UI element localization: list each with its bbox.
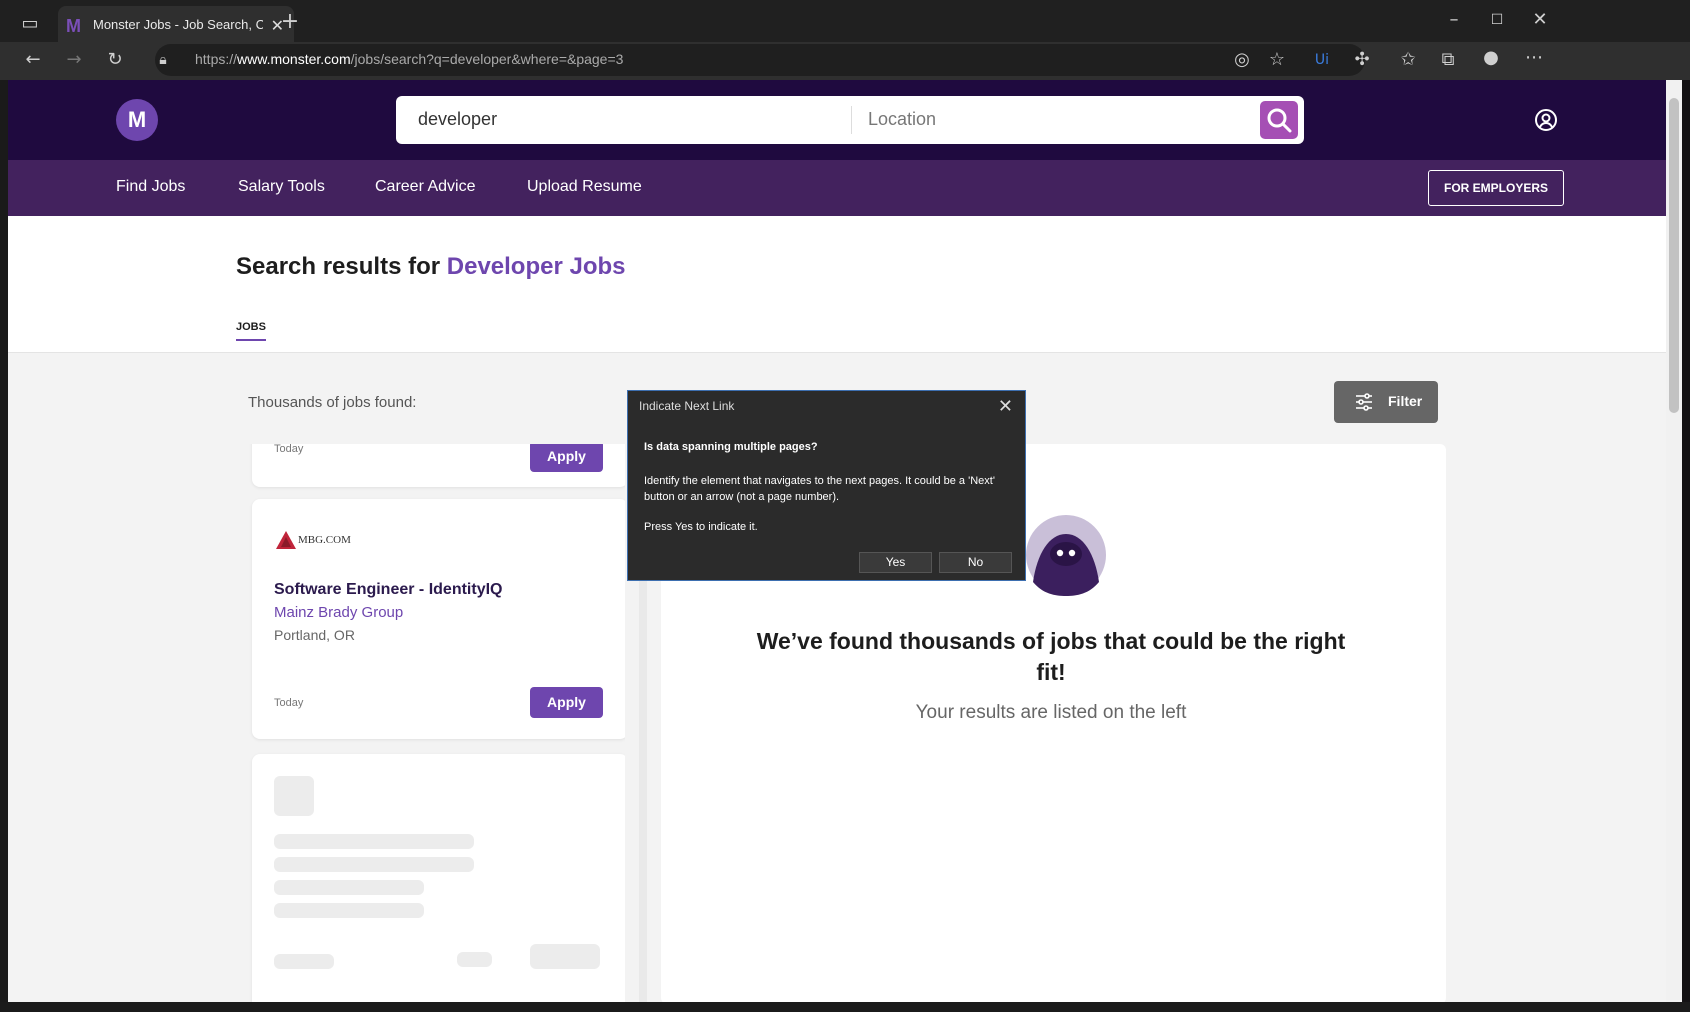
nav-find-jobs[interactable]: Find Jobs — [116, 178, 185, 196]
location-input[interactable]: Location — [868, 109, 936, 130]
more-menu-icon[interactable]: ⋯ — [1522, 48, 1546, 68]
skeleton-line — [274, 834, 474, 849]
company-name[interactable]: Mainz Brady Group — [274, 604, 403, 621]
new-tab-icon[interactable]: + — [278, 11, 302, 33]
tracking-prevention-icon[interactable]: ◎ — [1230, 50, 1254, 70]
reload-icon[interactable]: ↻ — [103, 50, 127, 70]
monster-mascot-icon — [1026, 515, 1106, 596]
browser-tab-bar: ▭ M Monster Jobs - Job Search, Career ✕ … — [0, 0, 1690, 48]
job-card[interactable]: MBG.COM Software Engineer - IdentityIQ M… — [252, 499, 625, 739]
indicate-next-link-dialog: Indicate Next Link ✕ Is data spanning mu… — [627, 390, 1026, 581]
desktop-edge — [0, 80, 8, 1002]
tab-jobs[interactable]: JOBS — [236, 321, 266, 341]
dialog-hint: Press Yes to indicate it. — [644, 521, 758, 533]
results-count: Thousands of jobs found: — [248, 394, 417, 411]
dialog-title: Indicate Next Link — [639, 399, 735, 413]
browser-toolbar: ← → ↻ 🔒︎ https://www.monster.com/jobs/se… — [0, 42, 1690, 80]
add-favorite-icon[interactable]: ☆ — [1265, 50, 1289, 70]
skeleton-button — [530, 944, 600, 969]
dialog-question: Is data spanning multiple pages? — [644, 441, 818, 453]
for-employers-button[interactable]: FOR EMPLOYERS — [1428, 170, 1564, 206]
empty-state-headline: We’ve found thousands of jobs that could… — [756, 628, 1346, 685]
taskbar-edge — [0, 1002, 1690, 1012]
nav-career-advice[interactable]: Career Advice — [375, 178, 476, 196]
monster-favicon-icon: M — [66, 16, 81, 36]
skeleton-line — [274, 880, 424, 895]
tab-actions-icon[interactable]: ▭ — [18, 14, 42, 34]
url-text: https://www.monster.com/jobs/search?q=de… — [195, 51, 624, 67]
search-divider — [851, 106, 852, 134]
maximize-icon[interactable]: ☐ — [1485, 10, 1509, 30]
site-header: M developer Location — [8, 80, 1666, 160]
account-icon[interactable] — [1534, 108, 1558, 132]
job-title-link[interactable]: Software Engineer - IdentityIQ — [274, 581, 502, 599]
monster-logo[interactable]: M — [116, 99, 158, 141]
favorites-icon[interactable]: ✩ — [1396, 50, 1420, 70]
filter-label: Filter — [1388, 393, 1423, 409]
job-card-loading — [252, 754, 625, 1002]
minimize-icon[interactable]: – — [1442, 10, 1466, 30]
nav-salary-tools[interactable]: Salary Tools — [238, 178, 325, 196]
extension-uipath-icon[interactable]: Ui — [1310, 50, 1334, 70]
search-icon — [1267, 108, 1292, 133]
profile-avatar-icon[interactable]: ● — [1479, 48, 1503, 68]
tab-title: Monster Jobs - Job Search, Career — [93, 17, 263, 32]
back-icon[interactable]: ← — [21, 50, 45, 70]
address-bar[interactable]: 🔒︎ https://www.monster.com/jobs/search?q… — [155, 44, 1365, 76]
results-header: Search results for Developer Jobs JOBS — [8, 216, 1666, 353]
search-button[interactable] — [1260, 101, 1298, 139]
extensions-icon[interactable]: ✣ — [1350, 50, 1374, 70]
filter-sliders-icon — [1356, 393, 1372, 411]
forward-icon[interactable]: → — [62, 50, 86, 70]
close-window-icon[interactable]: ✕ — [1528, 10, 1552, 30]
yes-button[interactable]: Yes — [859, 552, 932, 573]
no-button[interactable]: No — [939, 552, 1012, 573]
apply-button[interactable]: Apply — [530, 444, 603, 472]
skeleton-line — [274, 903, 424, 918]
lock-icon[interactable]: 🔒︎ — [151, 50, 175, 70]
dialog-description: Identify the element that navigates to t… — [644, 475, 995, 503]
job-date: Today — [274, 444, 304, 455]
job-location: Portland, OR — [274, 627, 355, 643]
job-list[interactable]: Today Apply MBG.COM Software Engineer - … — [245, 444, 625, 1002]
apply-button[interactable]: Apply — [530, 687, 603, 718]
keyword-search-input[interactable]: developer — [418, 109, 497, 130]
job-card[interactable]: Today Apply — [252, 444, 625, 487]
dialog-close-icon[interactable]: ✕ — [998, 396, 1013, 417]
job-search-box: developer Location — [396, 96, 1304, 144]
nav-upload-resume[interactable]: Upload Resume — [527, 178, 642, 196]
skeleton-line — [274, 857, 474, 872]
main-nav: Find Jobs Salary Tools Career Advice Upl… — [8, 160, 1666, 216]
filter-button[interactable]: Filter — [1334, 381, 1438, 423]
skeleton-line — [457, 952, 492, 967]
skeleton-logo — [274, 776, 314, 816]
scrollbar-thumb[interactable] — [1669, 98, 1679, 413]
company-logo-text: MBG.COM — [298, 534, 351, 546]
collections-icon[interactable]: ⧉ — [1436, 50, 1460, 70]
empty-state-subtext: Your results are listed on the left — [915, 702, 1187, 723]
page-title: Search results for Developer Jobs — [236, 253, 626, 280]
skeleton-line — [274, 954, 334, 969]
page-scrollbar[interactable] — [1666, 80, 1682, 1002]
job-date: Today — [274, 697, 304, 709]
